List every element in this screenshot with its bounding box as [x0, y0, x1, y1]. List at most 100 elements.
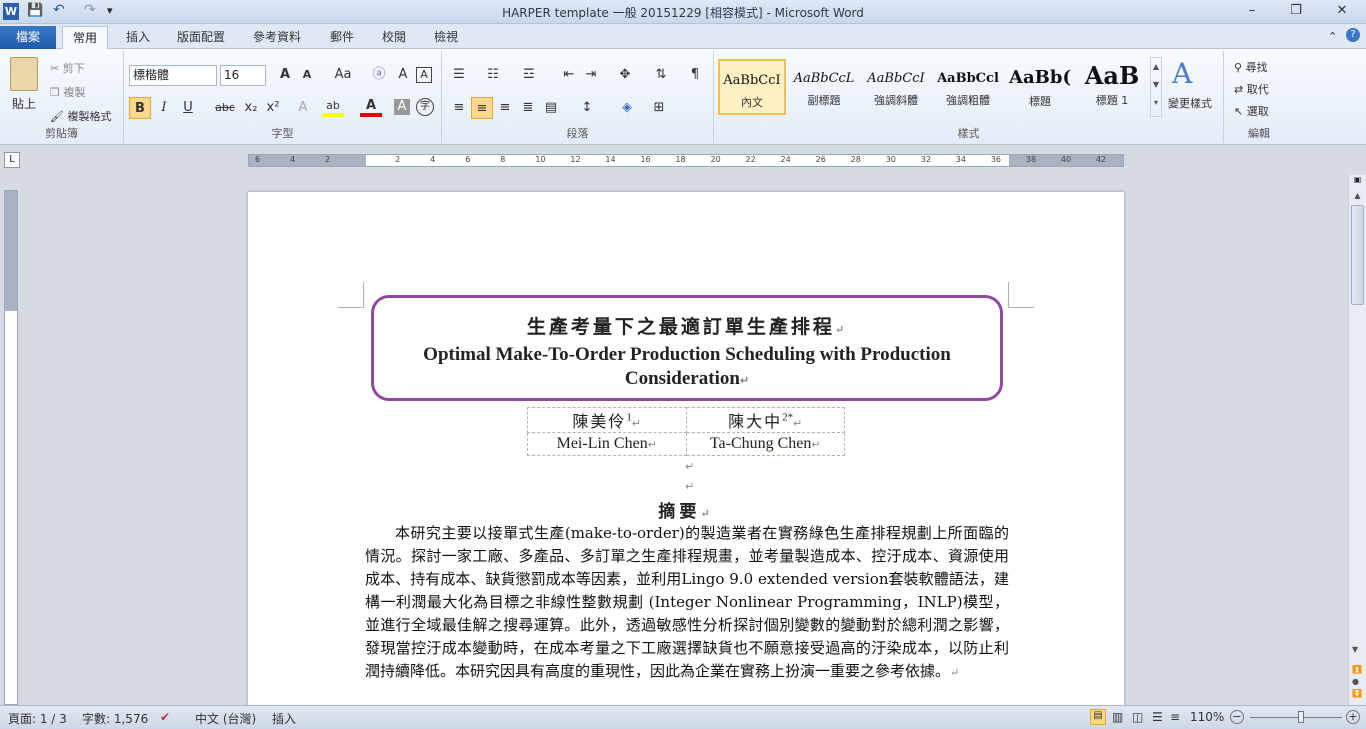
document-page[interactable]: 生產考量下之最適訂單生產排程↵ Optimal Make-To-Order Pr… — [248, 192, 1124, 712]
style-subtitle[interactable]: AaBbCcL 副標題 — [790, 59, 858, 115]
format-painter-button[interactable]: 🖌 複製格式 — [50, 108, 111, 124]
zoom-slider-thumb[interactable] — [1297, 711, 1304, 723]
tab-mailings[interactable]: 郵件 — [322, 27, 362, 49]
insert-mode[interactable]: 插入 — [272, 710, 296, 727]
paste-icon[interactable] — [10, 57, 38, 91]
shrink-font-icon[interactable]: A — [296, 64, 318, 86]
author-cell[interactable]: 陳大中2*↵ — [685, 407, 845, 433]
zoom-out-button[interactable]: − — [1230, 710, 1244, 724]
zoom-level[interactable]: 110% — [1190, 710, 1224, 724]
italic-button[interactable]: I — [153, 97, 175, 119]
paste-button[interactable]: 貼上 — [12, 95, 36, 112]
ruler-tick-label: 16 — [640, 155, 651, 164]
sort-icon[interactable]: ⇅ — [650, 64, 672, 86]
word-count[interactable]: 字數: 1,576 — [82, 710, 148, 727]
align-center-icon[interactable]: ≡ — [471, 97, 493, 119]
style-normal[interactable]: AaBbCcI 內文 — [718, 59, 786, 115]
prev-page-icon[interactable]: ⏫ — [1352, 665, 1362, 674]
text-effects-icon[interactable]: A — [292, 97, 314, 119]
grow-font-icon[interactable]: A — [274, 64, 296, 86]
enclose-char-icon[interactable]: 字 — [416, 98, 434, 116]
close-button[interactable]: ✕ — [1320, 0, 1364, 22]
author-cell-en[interactable]: Ta-Chung Chen↵ — [685, 432, 845, 456]
numbering-icon[interactable]: ☷ — [482, 64, 504, 86]
align-left-icon[interactable]: ≡ — [448, 97, 470, 119]
char-shading-icon[interactable]: A — [394, 99, 410, 115]
bullets-icon[interactable]: ☰ — [448, 64, 470, 86]
vertical-scrollbar[interactable]: ▣ ▲ ▼ ⏫ ● ⏬ — [1348, 175, 1366, 705]
tab-review[interactable]: 校閱 — [374, 27, 414, 49]
align-right-icon[interactable]: ≡ — [494, 97, 516, 119]
borders-icon[interactable]: ⊞ — [648, 97, 670, 119]
vertical-ruler[interactable] — [4, 190, 18, 705]
change-styles-icon[interactable]: A — [1172, 57, 1192, 90]
tab-insert[interactable]: 插入 — [118, 27, 158, 49]
styles-scroll[interactable]: ▲ ▼ ▾ — [1150, 57, 1162, 117]
zoom-slider[interactable] — [1250, 717, 1342, 718]
tab-selector[interactable]: L — [4, 152, 20, 168]
scroll-down-arrow[interactable]: ▼ — [1352, 645, 1358, 654]
browse-object-icon[interactable]: ● — [1352, 677, 1359, 686]
print-layout-icon[interactable]: ▤ — [1090, 709, 1106, 725]
font-size-combo[interactable]: 16 — [220, 65, 266, 86]
tab-layout[interactable]: 版面配置 — [170, 27, 232, 49]
find-button[interactable]: ⚲ 尋找 — [1234, 59, 1268, 75]
scroll-ruler-toggle[interactable]: ▣ — [1351, 175, 1364, 189]
char-border-icon[interactable]: A — [416, 67, 432, 83]
collapse-ribbon-icon[interactable]: ⌃ — [1328, 30, 1337, 43]
clear-format-icon[interactable]: A — [392, 64, 414, 86]
cut-button[interactable]: ✂ 剪下 — [50, 60, 85, 76]
justify-icon[interactable]: ≣ — [517, 97, 539, 119]
font-name-combo[interactable]: 標楷體 — [129, 65, 217, 86]
decrease-indent-icon[interactable]: ⇤ — [558, 64, 580, 86]
title-box[interactable]: 生產考量下之最適訂單生產排程↵ Optimal Make-To-Order Pr… — [371, 295, 1003, 401]
increase-indent-icon[interactable]: ⇥ — [580, 64, 602, 86]
style-strong[interactable]: AaBbCcl 強調粗體 — [934, 59, 1002, 115]
subscript-button[interactable]: x₂ — [240, 97, 262, 119]
language-indicator[interactable]: 中文 (台灣) — [195, 710, 256, 727]
tab-references[interactable]: 參考資料 — [246, 27, 308, 49]
page-count[interactable]: 頁面: 1 / 3 — [8, 710, 67, 727]
styles-group: AaBbCcI 內文 AaBbCcL 副標題 AaBbCcI 強調斜體 AaBbCcl… — [714, 51, 1224, 143]
style-heading1[interactable]: AaB 標題 1 — [1078, 59, 1146, 115]
author-cell-en[interactable]: Mei-Lin Chen↵ — [527, 432, 687, 456]
help-icon[interactable]: ? — [1346, 28, 1360, 42]
underline-button[interactable]: U — [177, 97, 199, 119]
shading-icon[interactable]: ◈ — [616, 97, 638, 119]
outline-icon[interactable]: ☰ — [1152, 710, 1163, 724]
phonetic-guide-icon[interactable]: ⓐ — [368, 64, 390, 86]
font-color-icon[interactable]: A — [360, 97, 382, 117]
proofing-icon[interactable]: ✔ — [160, 710, 170, 724]
full-screen-icon[interactable]: ▥ — [1112, 710, 1123, 724]
bold-button[interactable]: B — [129, 97, 151, 119]
multilevel-list-icon[interactable]: ☲ — [518, 64, 540, 86]
minimize-button[interactable]: – — [1232, 0, 1272, 22]
tab-view[interactable]: 檢視 — [426, 27, 466, 49]
scroll-thumb[interactable] — [1351, 205, 1364, 305]
show-marks-icon[interactable]: ¶ — [684, 64, 706, 86]
restore-button[interactable]: ❐ — [1276, 0, 1316, 22]
tab-file[interactable]: 檔案 — [0, 26, 56, 49]
style-emphasis[interactable]: AaBbCcI 強調斜體 — [862, 59, 930, 115]
abstract-body[interactable]: 本研究主要以接單式生產(make-to-order)的製造業者在實務綠色生產排程… — [365, 522, 1009, 684]
next-page-icon[interactable]: ⏬ — [1352, 689, 1362, 698]
scroll-up-arrow[interactable]: ▲ — [1352, 191, 1363, 203]
change-styles-button[interactable]: 變更樣式 — [1168, 95, 1212, 111]
zoom-in-button[interactable]: + — [1346, 710, 1360, 724]
web-layout-icon[interactable]: ◫ — [1132, 710, 1143, 724]
change-case-icon[interactable]: Aa — [330, 64, 356, 86]
author-cell[interactable]: 陳美伶1↵ — [527, 407, 687, 433]
tab-home[interactable]: 常用 — [62, 26, 108, 50]
copy-button[interactable]: ❐ 複製 — [50, 84, 85, 100]
superscript-button[interactable]: x² — [262, 97, 284, 119]
horizontal-ruler[interactable]: 6 4 2 2 4 6 8 10 12 14 16 18 20 22 24 26 28 30 32 34 36 38 40 4… — [248, 154, 1124, 167]
select-button[interactable]: ↖ 選取 — [1234, 103, 1269, 119]
distributed-icon[interactable]: ▤ — [540, 97, 562, 119]
chinese-layout-icon[interactable]: ✥ — [614, 64, 636, 86]
draft-icon[interactable]: ≡ — [1170, 710, 1180, 724]
style-title[interactable]: AaBb(標題 — [1006, 59, 1074, 115]
line-spacing-icon[interactable]: ↕ — [576, 97, 598, 119]
strikethrough-button[interactable]: abc — [212, 97, 238, 119]
replace-button[interactable]: ⇄ 取代 — [1234, 81, 1269, 97]
highlight-icon[interactable]: ab — [322, 97, 344, 117]
